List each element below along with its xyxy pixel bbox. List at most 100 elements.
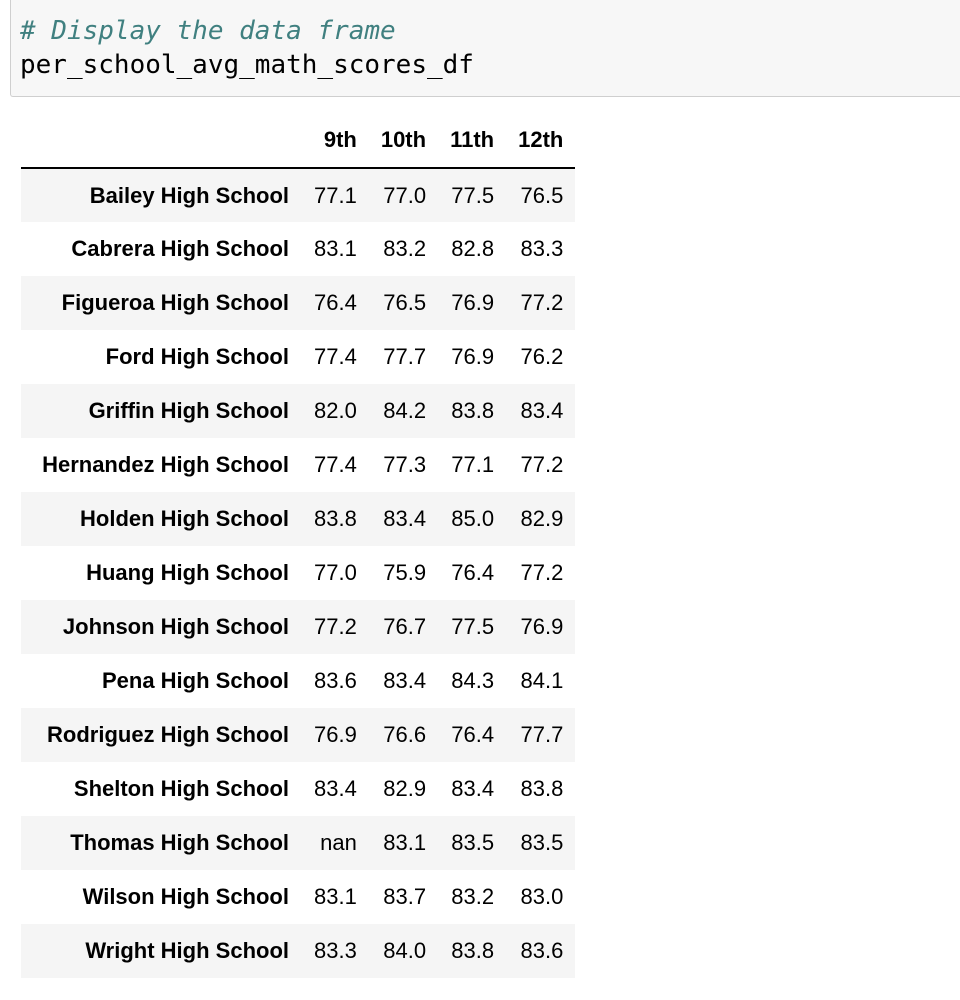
table-cell: 77.0: [314, 560, 357, 585]
table-cell: 83.2: [451, 884, 495, 909]
table-cell: 77.2: [520, 560, 564, 585]
table-cell: 83.4: [314, 776, 357, 801]
table-cell: 83.8: [451, 938, 495, 963]
column-header: 11th: [438, 112, 507, 169]
table-cell: 82.0: [314, 398, 357, 423]
row-index-label: Griffin High School: [88, 398, 289, 423]
table-cell: 83.6: [520, 938, 564, 963]
table-cell: 77.7: [383, 344, 427, 369]
table-cell: 77.5: [451, 182, 495, 208]
table-cell: 77.2: [520, 290, 564, 315]
table-cell: 83.4: [383, 668, 427, 693]
table-cell: 83.4: [451, 776, 495, 801]
table-header: 9th 10th 11th 12th: [21, 112, 576, 169]
table-cell: 76.7: [383, 614, 427, 639]
table-cell: 84.1: [520, 668, 564, 693]
table-cell: 76.9: [314, 722, 357, 747]
row-index-label: Cabrera High School: [71, 236, 289, 261]
table-cell: 83.8: [451, 398, 495, 423]
table-cell: 82.9: [520, 506, 564, 531]
table-cell: 84.0: [383, 938, 427, 963]
table-body: Bailey High School 77.1 77.0 77.5 76.5 Cabrer…: [21, 168, 576, 978]
table-cell: 83.1: [383, 830, 427, 855]
table-cell: 82.9: [383, 776, 427, 801]
dataframe-table: 9th 10th 11th 12th Bailey High School 77.1 77…: [21, 112, 576, 978]
row-index-label: Wilson High School: [82, 884, 289, 909]
table-cell: 85.0: [451, 506, 495, 531]
table-cell: 77.4: [314, 452, 357, 477]
row-index-label: Huang High School: [86, 560, 289, 585]
table-cell: 84.3: [451, 668, 495, 693]
table-row: Rodriguez High School 76.9 76.6 76.4 77.7: [21, 708, 576, 762]
table-row: Johnson High School 77.2 76.7 77.5 76.9: [21, 600, 576, 654]
table-cell: 83.5: [520, 830, 564, 855]
table-cell: 83.8: [520, 776, 564, 801]
table-cell: 77.1: [451, 452, 495, 477]
row-index-label: Johnson High School: [62, 614, 289, 639]
table-cell: 77.4: [314, 344, 357, 369]
table-cell: 77.2: [520, 452, 564, 477]
cell-output: 9th 10th 11th 12th Bailey High School 77.1 77…: [21, 112, 576, 978]
table-row: Shelton High School 83.4 82.9 83.4 83.8: [21, 762, 575, 816]
code-expression: per_school_avg_math_scores_df: [20, 50, 474, 80]
table-cell: 83.3: [520, 236, 564, 261]
table-cell: 76.4: [314, 290, 357, 315]
table-cell: 82.8: [451, 236, 495, 261]
table-row: Wilson High School 83.1 83.7 83.2 83.0: [21, 870, 575, 924]
table-cell: 77.3: [383, 452, 427, 477]
table-cell: 77.5: [451, 614, 495, 639]
table-cell: 76.4: [451, 560, 495, 585]
table-cell: 77.7: [520, 722, 564, 747]
table-row: Holden High School 83.8 83.4 85.0 82.9: [21, 492, 576, 546]
table-cell: 83.4: [383, 506, 427, 531]
table-cell: 75.9: [383, 560, 427, 585]
table-row: Hernandez High School 77.4 77.3 77.1 77.2: [21, 438, 575, 492]
row-index-label: Figueroa High School: [61, 290, 289, 315]
row-index-label: Pena High School: [101, 668, 289, 693]
row-index-label: Wright High School: [85, 938, 289, 963]
table-cell: 83.5: [451, 830, 495, 855]
table-cell: 76.9: [520, 614, 564, 639]
row-index-label: Holden High School: [80, 506, 289, 531]
table-row: Cabrera High School 83.1 83.2 82.8 83.3: [21, 222, 575, 276]
table-row: Bailey High School 77.1 77.0 77.5 76.5: [21, 168, 576, 222]
row-index-label: Hernandez High School: [42, 452, 289, 477]
table-row: Wright High School 83.3 84.0 83.8 83.6: [21, 924, 576, 978]
row-index-label: Thomas High School: [70, 830, 289, 855]
table-cell: 76.9: [451, 290, 495, 315]
table-cell: 76.2: [520, 344, 564, 369]
table-row: Griffin High School 82.0 84.2 83.8 83.4: [21, 384, 576, 438]
table-row: Thomas High School nan 83.1 83.5 83.5: [21, 816, 576, 870]
code-cell-input[interactable]: # Display the data frame per_school_avg_…: [10, 0, 960, 97]
table-cell: nan: [320, 830, 357, 855]
table-cell: 76.5: [520, 182, 564, 208]
table-cell: 83.7: [383, 884, 427, 909]
table-cell: 83.1: [314, 236, 357, 261]
table-row: Huang High School 77.0 75.9 76.4 77.2: [21, 546, 575, 600]
table-row: Pena High School 83.6 83.4 84.3 84.1: [21, 654, 575, 708]
table-cell: 83.2: [383, 236, 427, 261]
row-index-label: Rodriguez High School: [47, 722, 289, 747]
table-cell: 83.6: [314, 668, 357, 693]
table-cell: 83.4: [520, 398, 564, 423]
table-row: Figueroa High School 76.4 76.5 76.9 77.2: [21, 276, 576, 330]
row-index-label: Bailey High School: [89, 182, 289, 208]
table-cell: 76.4: [451, 722, 495, 747]
table-cell: 77.1: [314, 182, 357, 208]
column-header: 9th: [302, 112, 369, 169]
table-cell: 83.3: [314, 938, 357, 963]
row-index-label: Shelton High School: [73, 776, 289, 801]
table-cell: 76.5: [383, 290, 427, 315]
table-cell: 77.0: [383, 182, 427, 208]
table-cell: 76.9: [451, 344, 495, 369]
index-header: [21, 112, 302, 169]
code-comment: # Display the data frame: [20, 16, 396, 46]
header-row: 9th 10th 11th 12th: [21, 112, 576, 169]
table-cell: 83.8: [314, 506, 357, 531]
table-cell: 84.2: [383, 398, 427, 423]
table-cell: 76.6: [383, 722, 427, 747]
table-cell: 83.0: [520, 884, 564, 909]
column-header: 12th: [506, 112, 576, 169]
table-cell: 83.1: [314, 884, 357, 909]
table-row: Ford High School 77.4 77.7 76.9 76.2: [21, 330, 575, 384]
